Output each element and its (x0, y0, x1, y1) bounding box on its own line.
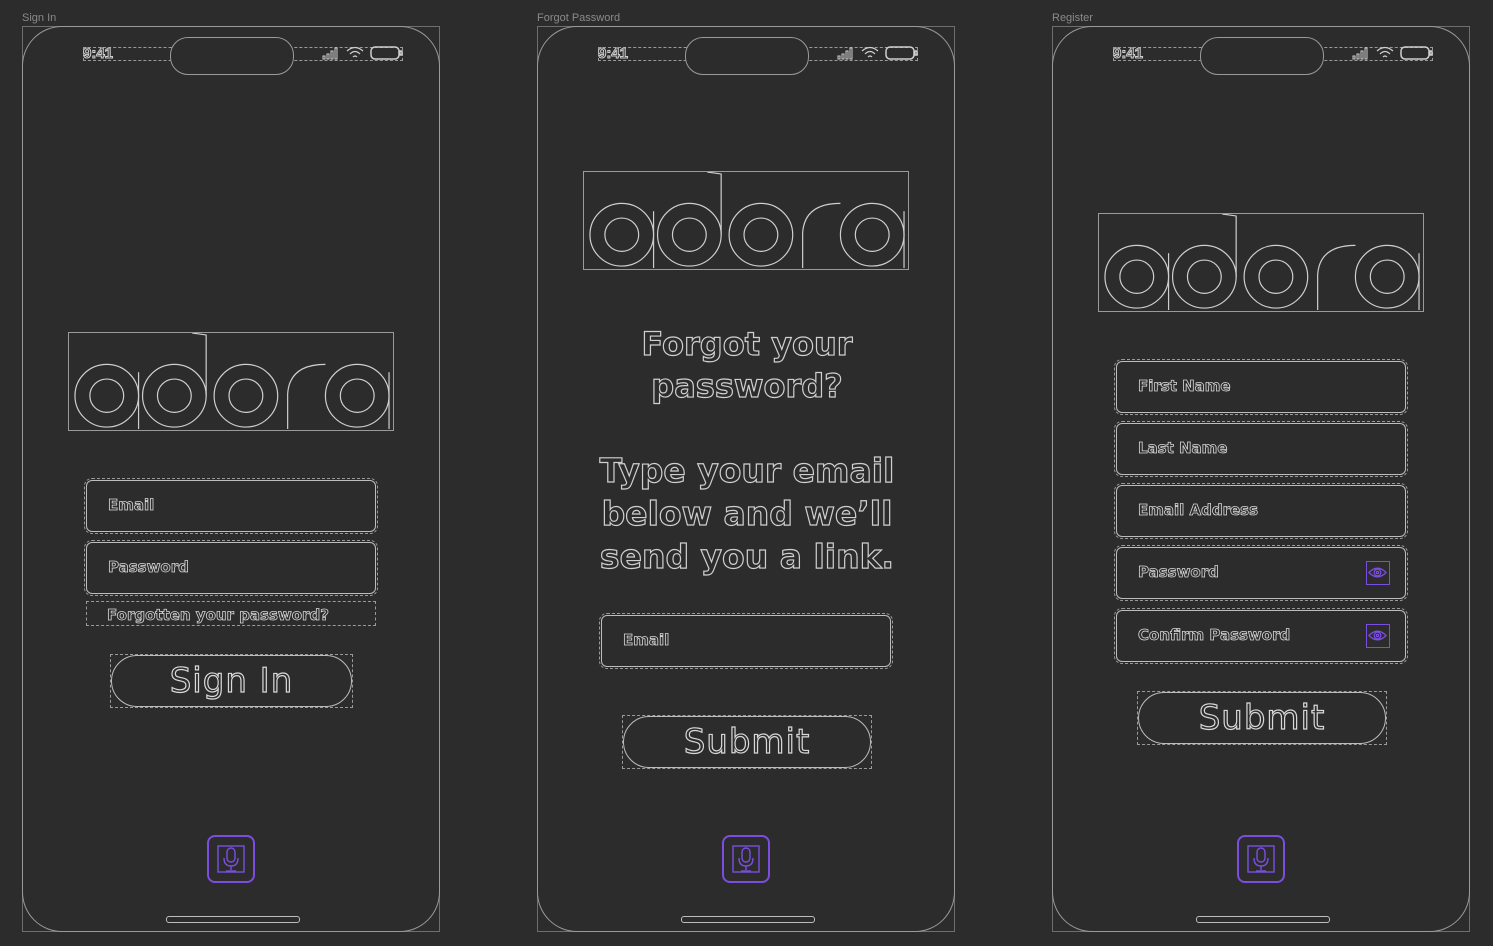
forgot-password-link[interactable]: Forgotten your password? (107, 606, 330, 625)
status-icons (1352, 46, 1433, 60)
signal-icon (1352, 47, 1368, 60)
password-field[interactable]: Password (1114, 545, 1408, 601)
email-address-label: Email Address (1138, 501, 1259, 520)
logo-wordmark (74, 332, 390, 430)
signin-button[interactable]: Sign In (111, 655, 352, 707)
mic-button[interactable] (207, 835, 255, 883)
home-indicator (166, 916, 300, 923)
forgot-instructions: Type your email below and we’ll send you… (599, 450, 895, 576)
home-indicator (681, 916, 815, 923)
first-name-field[interactable]: First Name (1114, 359, 1408, 415)
forgot-heading: Forgot your password? (641, 324, 853, 405)
dynamic-island (1200, 37, 1324, 75)
email-address-field[interactable]: Email Address (1114, 483, 1408, 539)
signal-icon (322, 47, 338, 60)
microphone-icon (217, 845, 245, 873)
phone-forgot: 9:41 Forgot your password? Type your ema… (537, 26, 955, 932)
battery-icon (885, 46, 918, 60)
status-icons (322, 46, 403, 60)
show-confirm-password-button[interactable] (1366, 624, 1390, 648)
last-name-label: Last Name (1138, 439, 1228, 458)
home-indicator (1196, 916, 1330, 923)
signal-icon (837, 47, 853, 60)
frame-label-register: Register (1052, 12, 1093, 24)
first-name-label: First Name (1138, 377, 1231, 396)
microphone-icon (1247, 845, 1275, 873)
phone-signin: 9:41 Email Password Forgotten your passw… (22, 26, 440, 932)
adora-logo (68, 332, 394, 431)
adora-logo (583, 171, 909, 270)
eye-icon (1368, 567, 1387, 578)
mic-button[interactable] (722, 835, 770, 883)
submit-button[interactable]: Submit (1138, 692, 1386, 744)
logo-wordmark (1104, 213, 1420, 311)
eye-icon (1368, 630, 1387, 641)
confirm-password-label: Confirm Password (1138, 626, 1291, 645)
logo-wordmark (589, 171, 905, 269)
dynamic-island (170, 37, 294, 75)
email-field[interactable]: Email (84, 478, 378, 534)
dynamic-island (685, 37, 809, 75)
last-name-field[interactable]: Last Name (1114, 421, 1408, 477)
submit-button[interactable]: Submit (623, 716, 871, 768)
wifi-icon (861, 46, 879, 58)
status-icons (837, 46, 918, 60)
email-label: Email (108, 496, 155, 515)
frame-label-forgot: Forgot Password (537, 12, 621, 24)
mic-button[interactable] (1237, 835, 1285, 883)
wifi-icon (1376, 46, 1394, 58)
password-field[interactable]: Password (84, 540, 378, 596)
wifi-icon (346, 46, 364, 58)
email-field[interactable]: Email (599, 613, 893, 669)
status-time: 9:41 (1112, 45, 1144, 63)
status-time: 9:41 (82, 45, 114, 63)
battery-icon (1400, 46, 1433, 60)
email-label: Email (623, 631, 670, 650)
phone-register: 9:41 First Name Last Name Email Address … (1052, 26, 1470, 932)
show-password-button[interactable] (1366, 561, 1390, 585)
password-label: Password (108, 558, 190, 577)
status-time: 9:41 (597, 45, 629, 63)
microphone-icon (732, 845, 760, 873)
confirm-password-field[interactable]: Confirm Password (1114, 608, 1408, 664)
adora-logo (1098, 213, 1424, 312)
battery-icon (370, 46, 403, 60)
password-label: Password (1138, 563, 1220, 582)
frame-label-signin: Sign In (22, 12, 57, 24)
